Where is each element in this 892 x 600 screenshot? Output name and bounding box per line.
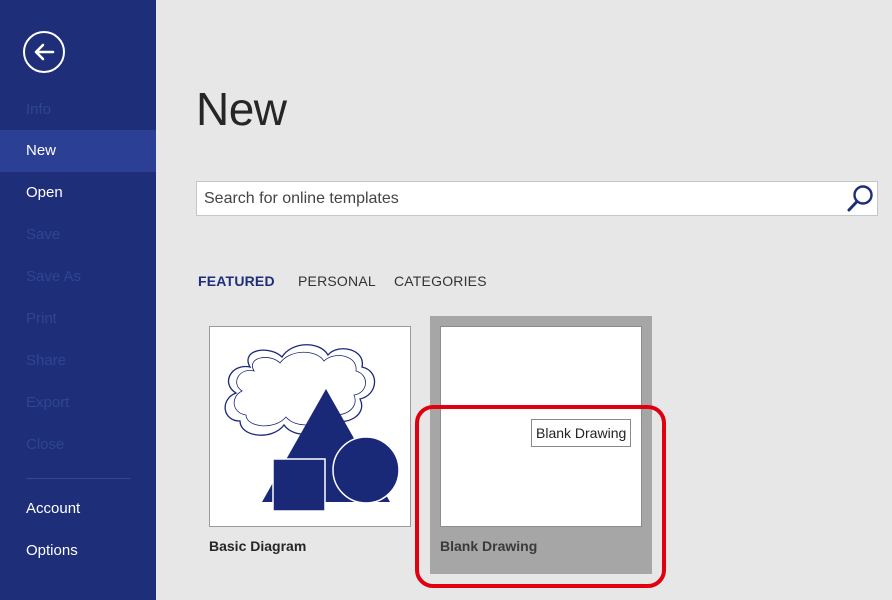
nav-item-share: Share — [26, 352, 67, 369]
template-label: Basic Diagram — [209, 538, 307, 554]
template-thumbnail — [209, 326, 411, 527]
nav-item-account[interactable]: Account — [0, 488, 156, 530]
search-icon[interactable] — [845, 184, 875, 214]
basic-shapes-icon — [224, 344, 400, 512]
nav-item-save: Save — [26, 226, 61, 243]
nav-item-print: Print — [26, 310, 57, 327]
search-input[interactable] — [204, 182, 834, 215]
tab-personal[interactable]: PERSONAL — [298, 273, 376, 289]
template-search-box — [196, 181, 878, 216]
backstage-sidebar: Info New Open Save Save As Print Share E… — [0, 0, 156, 600]
sidebar-divider — [26, 478, 130, 479]
main-panel: New FEATURED PERSONAL CATEGORIES Basic D… — [156, 0, 892, 600]
tab-featured[interactable]: FEATURED — [198, 273, 275, 289]
nav-item-close: Close — [26, 436, 65, 453]
template-basic-diagram[interactable]: Basic Diagram — [209, 326, 411, 562]
tab-categories[interactable]: CATEGORIES — [394, 273, 487, 289]
nav-item-options[interactable]: Options — [0, 530, 156, 572]
nav-item-new[interactable]: New — [0, 130, 156, 172]
template-label: Blank Drawing — [440, 538, 538, 554]
back-button[interactable] — [23, 31, 65, 73]
page-title: New — [196, 83, 287, 135]
nav-item-save-as: Save As — [26, 268, 82, 285]
tooltip: Blank Drawing — [531, 419, 632, 447]
nav-item-info: Info — [26, 101, 52, 118]
nav-item-export: Export — [26, 394, 70, 411]
nav-item-open[interactable]: Open — [0, 172, 156, 214]
back-arrow-icon — [34, 43, 55, 61]
